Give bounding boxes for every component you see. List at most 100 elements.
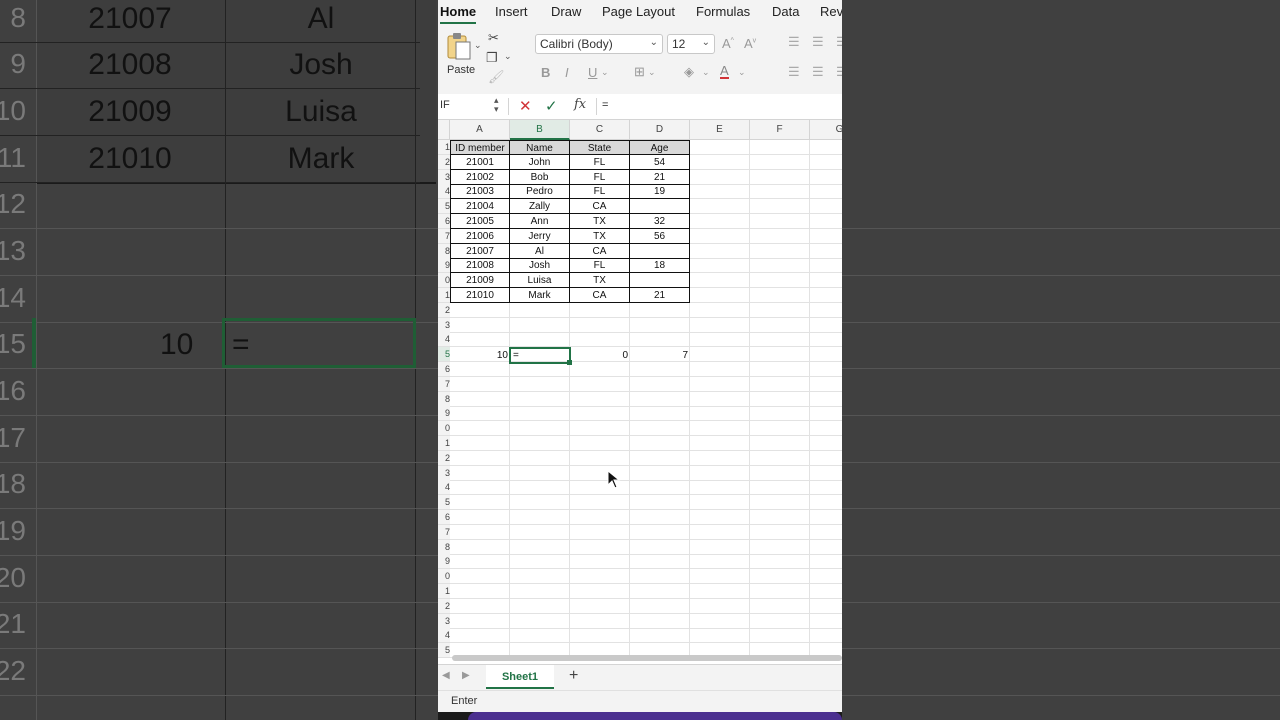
table-cell-state[interactable]: CA — [570, 199, 630, 215]
name-box-stepper-icon[interactable]: ▴ ▾ — [494, 96, 499, 114]
table-cell-name[interactable]: Josh — [510, 258, 570, 274]
tab-data[interactable]: Data — [772, 4, 799, 19]
table-header-id[interactable]: ID member — [450, 140, 510, 155]
row-header[interactable]: 7 — [438, 228, 450, 244]
row-header[interactable]: 7 — [438, 376, 450, 392]
paste-dropdown-chevron-icon[interactable]: ⌄ — [474, 40, 482, 51]
table-cell-state[interactable]: TX — [570, 273, 630, 289]
format-painter-icon[interactable]: 🖌 — [488, 69, 505, 85]
cell-d15[interactable]: 7 — [630, 348, 688, 363]
row-header[interactable]: 3 — [438, 169, 450, 185]
cell-c15[interactable]: 0 — [570, 348, 628, 363]
align-left-icon[interactable]: ☰ — [788, 64, 800, 80]
align-middle-icon[interactable]: ☰ — [812, 34, 824, 50]
row-header[interactable]: 5 — [438, 347, 450, 363]
table-cell-state[interactable]: FL — [570, 169, 630, 185]
table-cell-id[interactable]: 21009 — [450, 273, 510, 289]
font-color-dropdown-chevron-icon[interactable]: ⌄ — [738, 67, 746, 78]
table-header-age[interactable]: Age — [630, 140, 690, 155]
align-center-icon[interactable]: ☰ — [812, 64, 824, 80]
row-header[interactable]: 5 — [438, 643, 450, 659]
table-cell-state[interactable]: CA — [570, 243, 630, 259]
tab-review[interactable]: Rev — [820, 4, 842, 19]
row-header[interactable]: 0 — [438, 421, 450, 437]
column-header-d[interactable]: D — [630, 120, 690, 140]
cell-a15[interactable]: 10 — [450, 348, 508, 363]
tab-home[interactable]: Home — [440, 4, 477, 24]
fill-color-dropdown-chevron-icon[interactable]: ⌄ — [702, 67, 710, 78]
table-cell-id[interactable]: 21008 — [450, 258, 510, 274]
table-cell-age[interactable]: 32 — [630, 214, 690, 229]
table-cell-state[interactable]: FL — [570, 184, 630, 200]
table-cell-age[interactable]: 54 — [630, 154, 690, 170]
worksheet-grid[interactable]: A B C D E F G 12345678901234567890123456… — [438, 120, 842, 660]
table-cell-state[interactable]: TX — [570, 228, 630, 244]
copy-dropdown-chevron-icon[interactable]: ⌄ — [504, 51, 512, 62]
row-header[interactable]: 4 — [438, 332, 450, 348]
row-header[interactable]: 1 — [438, 436, 450, 451]
underline-dropdown-chevron-icon[interactable]: ⌄ — [601, 67, 609, 78]
align-right-icon[interactable]: ☰ — [836, 64, 842, 80]
row-header[interactable]: 3 — [438, 613, 450, 629]
table-cell-age[interactable]: 21 — [630, 169, 690, 185]
align-top-icon[interactable]: ☰ — [788, 34, 800, 50]
row-header[interactable]: 4 — [438, 628, 450, 644]
table-cell-state[interactable]: FL — [570, 154, 630, 170]
table-cell-name[interactable]: Al — [510, 243, 570, 259]
row-header[interactable]: 1 — [438, 140, 450, 155]
fill-color-icon[interactable]: ◈ — [684, 64, 694, 80]
decrease-font-icon[interactable]: Av — [744, 36, 756, 51]
add-sheet-button[interactable]: + — [569, 667, 578, 685]
table-cell-name[interactable]: Mark — [510, 288, 570, 303]
sheet-tab-sheet1[interactable]: Sheet1 — [486, 665, 554, 689]
row-header[interactable]: 8 — [438, 243, 450, 259]
row-header[interactable]: 2 — [438, 154, 450, 170]
table-cell-state[interactable]: CA — [570, 288, 630, 303]
column-header-a[interactable]: A — [450, 120, 510, 140]
tab-insert[interactable]: Insert — [495, 4, 528, 19]
bold-button[interactable]: B — [541, 65, 550, 80]
table-cell-name[interactable]: Pedro — [510, 184, 570, 200]
insert-function-icon[interactable]: fx — [574, 97, 586, 112]
table-cell-name[interactable]: Jerry — [510, 228, 570, 244]
table-cell-id[interactable]: 21003 — [450, 184, 510, 200]
table-cell-name[interactable]: Ann — [510, 214, 570, 229]
table-cell-id[interactable]: 21007 — [450, 243, 510, 259]
table-cell-age[interactable]: 21 — [630, 288, 690, 303]
horizontal-scrollbar[interactable] — [452, 655, 842, 661]
row-header[interactable]: 3 — [438, 317, 450, 333]
row-header[interactable]: 9 — [438, 406, 450, 422]
table-cell-name[interactable]: John — [510, 154, 570, 170]
table-cell-name[interactable]: Luisa — [510, 273, 570, 289]
table-cell-name[interactable]: Zally — [510, 199, 570, 215]
borders-icon[interactable]: ⊞ — [634, 64, 645, 80]
table-cell-age[interactable] — [630, 273, 690, 289]
formula-input[interactable]: = — [602, 99, 608, 111]
table-cell-age[interactable] — [630, 243, 690, 259]
column-header-b[interactable]: B — [510, 120, 570, 140]
name-box[interactable]: IF — [440, 99, 450, 111]
table-header-state[interactable]: State — [570, 140, 630, 155]
row-header[interactable]: 4 — [438, 184, 450, 200]
column-header-g[interactable]: G — [810, 120, 842, 140]
table-cell-age[interactable] — [630, 199, 690, 215]
table-cell-id[interactable]: 21006 — [450, 228, 510, 244]
row-header[interactable]: 2 — [438, 598, 450, 614]
table-cell-id[interactable]: 21005 — [450, 214, 510, 229]
cell-b15-active[interactable]: = — [509, 347, 571, 364]
tab-formulas[interactable]: Formulas — [696, 4, 750, 19]
prev-sheet-icon[interactable]: ◀ — [442, 670, 450, 681]
borders-dropdown-chevron-icon[interactable]: ⌄ — [648, 67, 656, 78]
table-cell-age[interactable]: 19 — [630, 184, 690, 200]
row-header[interactable]: 7 — [438, 524, 450, 540]
row-header[interactable]: 3 — [438, 465, 450, 481]
increase-font-icon[interactable]: A^ — [722, 36, 734, 51]
italic-button[interactable]: I — [565, 65, 569, 80]
row-header[interactable]: 4 — [438, 480, 450, 496]
select-all-corner[interactable] — [438, 120, 450, 140]
table-cell-age[interactable]: 56 — [630, 228, 690, 244]
table-cell-id[interactable]: 21002 — [450, 169, 510, 185]
row-header[interactable]: 1 — [438, 288, 450, 303]
column-header-e[interactable]: E — [690, 120, 750, 140]
table-cell-state[interactable]: TX — [570, 214, 630, 229]
